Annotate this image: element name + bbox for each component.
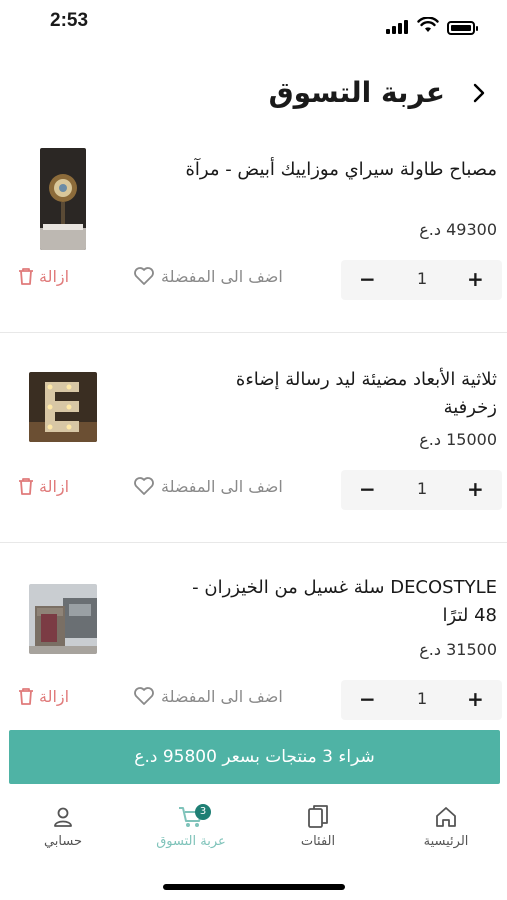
page-title: عربة التسوق [268, 76, 445, 109]
nav-home[interactable]: الرئيسية [396, 800, 496, 849]
remove-button[interactable]: ازالة [17, 266, 69, 286]
home-icon [436, 807, 456, 827]
favorite-label: اضف الى المفضلة [161, 686, 283, 706]
status-time: 2:53 [50, 10, 89, 31]
cart-count-badge: 3 [195, 804, 211, 820]
divider [0, 332, 507, 333]
status-bar: 2:53 [0, 0, 507, 44]
trash-icon [19, 478, 33, 495]
cart-item: مصباح طاولة سيراي موزاييك أبيض - مرآة 49… [0, 140, 507, 332]
increase-button[interactable]: + [467, 477, 484, 501]
product-image[interactable] [29, 372, 97, 442]
trash-icon [19, 688, 33, 705]
trash-icon [19, 268, 33, 285]
cart-item: DECOSTYLE سلة غسيل من الخيزران - 48 لترً… [0, 560, 507, 722]
home-indicator[interactable] [163, 884, 345, 890]
battery-icon [447, 21, 478, 35]
product-image[interactable] [40, 148, 86, 250]
remove-button[interactable]: ازالة [17, 686, 69, 706]
bottom-nav: الرئيسية الفئات 3 عربة التسوق حسابي [0, 790, 507, 870]
item-actions: ازالة اضف الى المفضلة − 1 + [0, 470, 507, 512]
item-name[interactable]: مصباح طاولة سيراي موزاييك أبيض - مرآة [177, 156, 497, 184]
nav-cart-label: عربة التسوق [156, 834, 226, 849]
copy-icon [308, 805, 328, 828]
quantity-stepper: − 1 + [341, 680, 502, 720]
item-name[interactable]: ثلاثية الأبعاد مضيئة ليد رسالة إضاءة زخر… [177, 366, 497, 422]
remove-label: ازالة [39, 266, 70, 286]
add-favorite-button[interactable]: اضف الى المفضلة [133, 686, 283, 706]
remove-label: ازالة [39, 686, 70, 706]
item-price: 49300 د.ع [419, 220, 497, 239]
nav-categories-label: الفئات [300, 834, 336, 849]
cart-item: ثلاثية الأبعاد مضيئة ليد رسالة إضاءة زخر… [0, 350, 507, 542]
divider [0, 542, 507, 543]
nav-cart[interactable]: 3 عربة التسوق [141, 800, 241, 849]
nav-categories[interactable]: الفئات [268, 800, 368, 849]
quantity-value: 1 [417, 479, 428, 498]
decrease-button[interactable]: − [359, 477, 376, 501]
decrease-button[interactable]: − [359, 687, 376, 711]
user-icon [54, 807, 72, 827]
increase-button[interactable]: + [467, 687, 484, 711]
checkout-button[interactable]: شراء 3 منتجات بسعر 95800 د.ع [9, 730, 500, 784]
item-price: 31500 د.ع [419, 640, 497, 659]
remove-label: ازالة [39, 476, 70, 496]
nav-account-label: حسابي [43, 834, 83, 849]
item-actions: ازالة اضف الى المفضلة − 1 + [0, 260, 507, 302]
increase-button[interactable]: + [467, 267, 484, 291]
add-favorite-button[interactable]: اضف الى المفضلة [133, 476, 283, 496]
signal-icon [386, 20, 412, 34]
add-favorite-button[interactable]: اضف الى المفضلة [133, 266, 283, 286]
favorite-label: اضف الى المفضلة [161, 266, 283, 286]
quantity-value: 1 [417, 689, 428, 708]
favorite-label: اضف الى المفضلة [161, 476, 283, 496]
quantity-stepper: − 1 + [341, 470, 502, 510]
heart-icon [134, 267, 154, 285]
header: عربة التسوق [0, 60, 507, 120]
item-price: 15000 د.ع [419, 430, 497, 449]
wifi-icon [417, 17, 439, 32]
nav-account[interactable]: حسابي [13, 800, 113, 849]
item-name[interactable]: DECOSTYLE سلة غسيل من الخيزران - 48 لترً… [177, 574, 497, 630]
heart-icon [134, 687, 154, 705]
quantity-stepper: − 1 + [341, 260, 502, 300]
item-actions: ازالة اضف الى المفضلة − 1 + [0, 680, 507, 722]
quantity-value: 1 [417, 269, 428, 288]
nav-home-label: الرئيسية [423, 834, 469, 849]
remove-button[interactable]: ازالة [17, 476, 69, 496]
product-image[interactable] [29, 584, 97, 654]
heart-icon [134, 477, 154, 495]
decrease-button[interactable]: − [359, 267, 376, 291]
back-chevron-icon[interactable] [466, 80, 492, 106]
